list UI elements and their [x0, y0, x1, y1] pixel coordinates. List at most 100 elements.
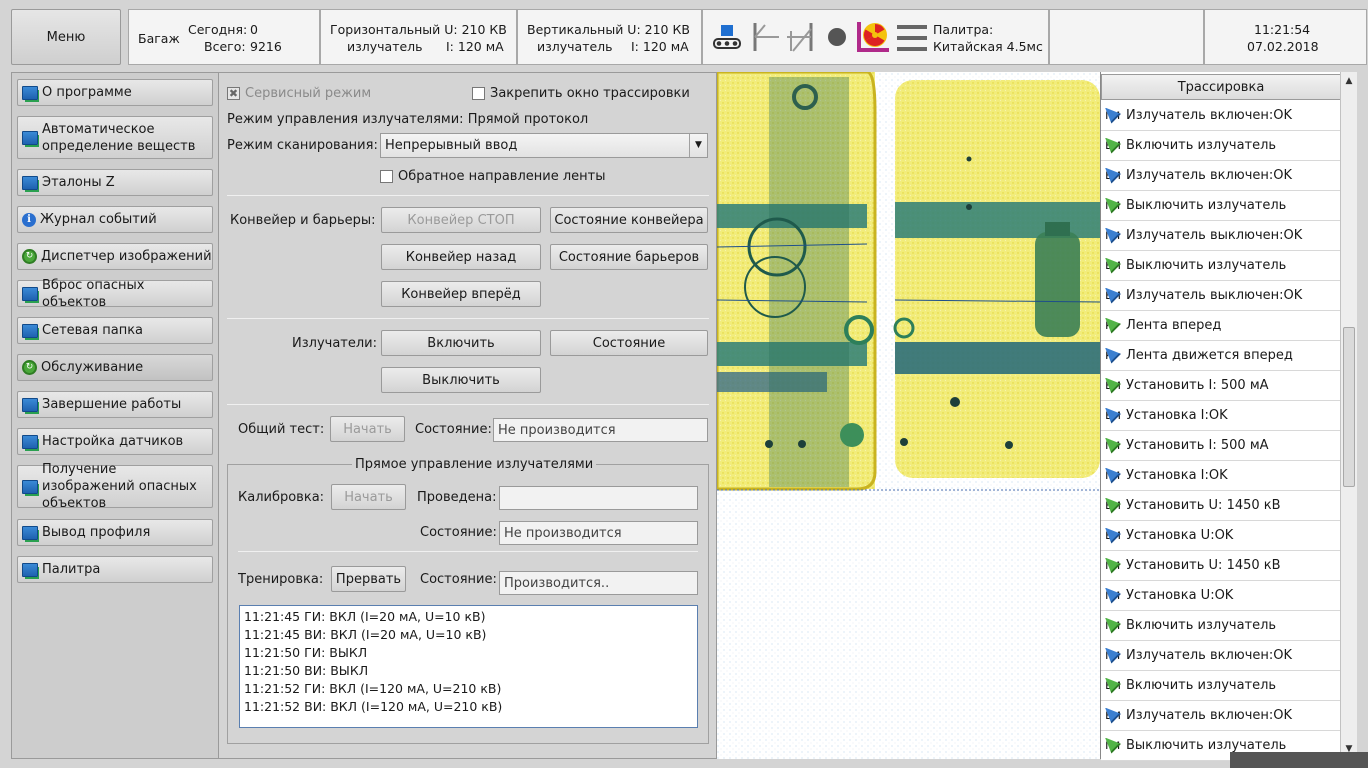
sidebar-item-auto-detection[interactable]: Автоматическое определение веществ: [17, 116, 213, 159]
sidebar-item-about[interactable]: О программе: [17, 79, 213, 106]
calibration-label: Калибровка:: [238, 490, 325, 505]
xray-scan-svg: [717, 72, 1100, 759]
trace-item[interactable]: ги Установить U: 1450 кВ: [1101, 551, 1341, 581]
trace-item[interactable]: ви Установка I:OK: [1101, 401, 1341, 431]
trace-item[interactable]: ви Излучатель включен:OK: [1101, 701, 1341, 731]
sidebar-item-image-manager[interactable]: ↻ Диспетчер изображений: [17, 243, 213, 270]
sidebar-item-profile-output[interactable]: Вывод профиля: [17, 519, 213, 546]
conveyor-state-button[interactable]: Состояние конвейера: [550, 207, 708, 233]
horizontal-emitter-status: Горизонтальный U: 210 КВ излучатель I: 1…: [320, 9, 517, 65]
conveyor-forward-button[interactable]: Конвейер вперёд: [381, 281, 541, 307]
trace-scrollbar[interactable]: ▲ ▼: [1340, 72, 1357, 759]
emitters-off-button[interactable]: Выключить: [381, 367, 541, 393]
sidebar-item-shutdown[interactable]: Завершение работы: [17, 391, 213, 418]
emitters-on-button[interactable]: Включить: [381, 330, 541, 356]
trace-item[interactable]: ви Излучатель включен:OK: [1101, 161, 1341, 191]
trace-item[interactable]: ви Включить излучатель: [1101, 671, 1341, 701]
sidebar-item-maintenance[interactable]: ↻ Обслуживание: [17, 354, 213, 381]
trace-item[interactable]: ги Включить излучатель: [1101, 611, 1341, 641]
radiation-icon[interactable]: [857, 20, 889, 54]
conveyor-forward-label: Конвейер вперёд: [401, 286, 521, 302]
log-line: 11:21:45 ВИ: ВКЛ (I=20 мА, U=10 кВ): [244, 627, 487, 642]
trace-item[interactable]: ви Установка U:OK: [1101, 521, 1341, 551]
conveyor-icon[interactable]: [711, 21, 743, 53]
horizontal-voltage: Горизонтальный U: 210 КВ: [330, 22, 507, 37]
trace-item-icon: ги: [1105, 737, 1121, 754]
emitters-on-label: Включить: [427, 335, 495, 351]
trace-item[interactable]: ги Установка U:OK: [1101, 581, 1341, 611]
monitor-icon: [22, 525, 38, 540]
vertical-emitter-label: излучатель: [537, 39, 613, 54]
general-test-start-button[interactable]: Начать: [330, 416, 405, 442]
barrier-right-icon[interactable]: [785, 21, 817, 53]
trace-item-label: Установка U:OK: [1126, 528, 1234, 543]
trace-panel: Трассировка ги Излучатель включен:OK ви Вкл…: [1100, 72, 1341, 761]
emitter-control-mode: Режим управления излучателями: Прямой пр…: [227, 112, 589, 127]
general-test-state-label: Состояние:: [415, 422, 492, 437]
divider: [227, 195, 709, 196]
trace-item[interactable]: ги Установка I:OK: [1101, 461, 1341, 491]
trace-item-label: Включить излучатель: [1126, 678, 1277, 693]
trace-item[interactable]: ги Выключить излучатель: [1101, 191, 1341, 221]
xray-image[interactable]: [717, 72, 1100, 759]
trace-item-icon: ги: [1105, 107, 1121, 124]
sidebar-item-network-folder[interactable]: Сетевая папка: [17, 317, 213, 344]
conveyor-stop-button[interactable]: Конвейер СТОП: [381, 207, 541, 233]
trace-item[interactable]: ви Включить излучатель: [1101, 131, 1341, 161]
trace-item-label: Установка U:OK: [1126, 588, 1234, 603]
conveyor-back-button[interactable]: Конвейер назад: [381, 244, 541, 270]
sidebar-item-threat-injection[interactable]: Вброс опасных объектов: [17, 278, 213, 310]
training-state-value: Производится..: [504, 575, 610, 591]
trace-item-label: Излучатель включен:OK: [1126, 648, 1293, 663]
chevron-down-icon[interactable]: ▼: [689, 134, 707, 157]
sidebar-item-label: Диспетчер изображений: [41, 249, 212, 264]
emitters-state-button[interactable]: Состояние: [550, 330, 708, 356]
trace-item-label: Установить I: 500 мА: [1126, 438, 1269, 453]
pin-trace-checkbox[interactable]: [472, 87, 485, 100]
scroll-thumb[interactable]: [1343, 327, 1355, 487]
trace-item[interactable]: ги Излучатель включен:OK: [1101, 101, 1341, 131]
barrier-state-button[interactable]: Состояние барьеров: [550, 244, 708, 270]
training-log[interactable]: 11:21:45 ГИ: ВКЛ (I=20 мА, U=10 кВ) 11:2…: [239, 605, 698, 728]
trace-item-icon: ви: [1105, 377, 1121, 394]
menu-lines-icon[interactable]: [895, 23, 929, 53]
divider: [227, 404, 709, 405]
trace-item[interactable]: ги Излучатель выключен:OK: [1101, 221, 1341, 251]
sidebar-item-threat-images[interactable]: Получение изображений опасных объектов: [17, 462, 213, 511]
sidebar-item-label: Сетевая папка: [42, 323, 144, 338]
menu-button[interactable]: Меню: [11, 9, 121, 65]
scan-mode-select[interactable]: Непрерывный ввод ▼: [380, 133, 708, 158]
trace-item[interactable]: к Лента вперед: [1101, 311, 1341, 341]
trace-item[interactable]: ги Установить I: 500 мА: [1101, 431, 1341, 461]
trace-item-label: Излучатель включен:OK: [1126, 708, 1293, 723]
sidebar-item-z-standards[interactable]: Эталоны Z: [17, 169, 213, 196]
barrier-left-icon[interactable]: [749, 21, 781, 53]
trace-item[interactable]: к Лента движется вперед: [1101, 341, 1341, 371]
reverse-belt-checkbox[interactable]: [380, 170, 393, 183]
log-line: 11:21:50 ВИ: ВЫКЛ: [244, 663, 369, 678]
trace-item-icon: ви: [1105, 287, 1121, 304]
sidebar-item-event-log[interactable]: i Журнал событий: [17, 206, 213, 233]
sidebar-item-sensor-settings[interactable]: Настройка датчиков: [17, 428, 213, 455]
training-abort-button[interactable]: Прервать: [331, 566, 406, 592]
trace-item[interactable]: ви Установить U: 1450 кВ: [1101, 491, 1341, 521]
trace-item-icon: ви: [1105, 257, 1121, 274]
refresh-icon: ↻: [22, 360, 37, 375]
service-mode-checkbox[interactable]: ✖: [227, 87, 240, 100]
trace-item[interactable]: ви Выключить излучатель: [1101, 251, 1341, 281]
trace-item-label: Лента движется вперед: [1126, 348, 1293, 363]
general-test-label: Общий тест:: [238, 422, 325, 437]
scroll-up-icon[interactable]: ▲: [1342, 74, 1356, 88]
calibration-start-button[interactable]: Начать: [331, 484, 406, 510]
trace-item[interactable]: ви Установить I: 500 мА: [1101, 371, 1341, 401]
sidebar-item-label: О программе: [42, 85, 132, 100]
record-icon[interactable]: [823, 23, 851, 51]
sidebar-item-label: Настройка датчиков: [42, 434, 184, 449]
vertical-voltage: Вертикальный U: 210 КВ: [527, 22, 690, 37]
trace-item-icon: ги: [1105, 617, 1121, 634]
divider: [227, 318, 709, 319]
trace-item[interactable]: ви Излучатель выключен:OK: [1101, 281, 1341, 311]
sidebar-item-palette[interactable]: Палитра: [17, 556, 213, 583]
trace-item[interactable]: ги Излучатель включен:OK: [1101, 641, 1341, 671]
info-icon: i: [22, 212, 36, 227]
